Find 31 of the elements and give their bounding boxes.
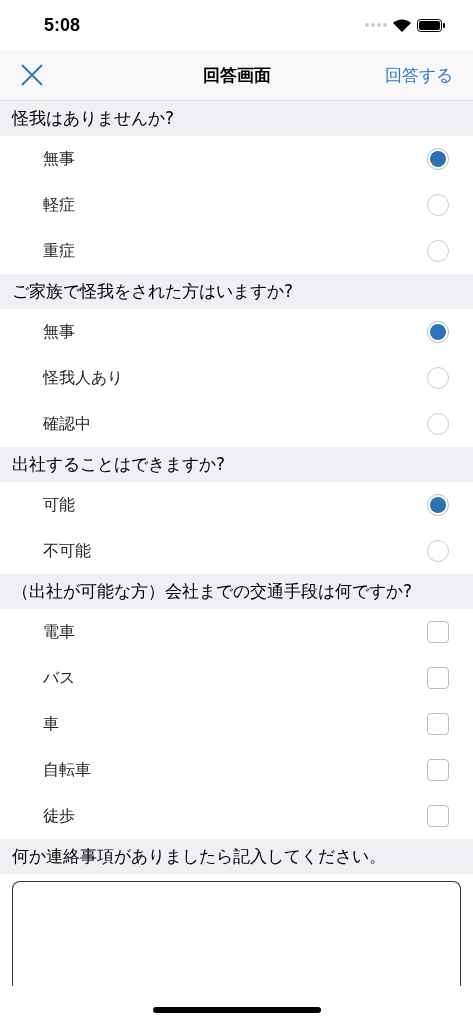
option-label: 怪我人あり <box>43 367 123 389</box>
question-header: 何か連絡事項がありましたら記入してください。 <box>0 839 473 874</box>
submit-button[interactable]: 回答する <box>385 63 453 87</box>
comment-field[interactable] <box>12 881 461 986</box>
checkbox[interactable] <box>427 713 449 735</box>
question-header: （出社が可能な方）会社までの交通手段は何ですか? <box>0 574 473 609</box>
checkbox[interactable] <box>427 759 449 781</box>
status-time: 5:08 <box>44 14 81 36</box>
option-label: 可能 <box>43 494 75 516</box>
signal-icon <box>365 23 387 27</box>
option-label: 軽症 <box>43 194 75 216</box>
checkbox[interactable] <box>427 621 449 643</box>
question-header: 出社することはできますか? <box>0 447 473 482</box>
option-label: バス <box>43 667 75 689</box>
battery-icon <box>417 18 445 32</box>
option-label: 無事 <box>43 321 75 343</box>
screen-title: 回答画面 <box>202 63 271 87</box>
checkbox[interactable] <box>427 805 449 827</box>
close-button[interactable] <box>20 63 44 87</box>
question-header: ご家族で怪我をされた方はいますか? <box>0 274 473 309</box>
option-label: 徒歩 <box>43 805 75 827</box>
option-label: 車 <box>43 713 59 735</box>
option-label: 不可能 <box>43 540 91 562</box>
wifi-icon <box>393 18 411 32</box>
option-label: 確認中 <box>43 413 91 435</box>
option-label: 電車 <box>43 621 75 643</box>
option-label: 重症 <box>43 240 75 262</box>
checkbox[interactable] <box>427 667 449 689</box>
option-label: 無事 <box>43 148 75 170</box>
question-header: 怪我はありませんか? <box>0 101 473 136</box>
option-label: 自転車 <box>43 759 91 781</box>
